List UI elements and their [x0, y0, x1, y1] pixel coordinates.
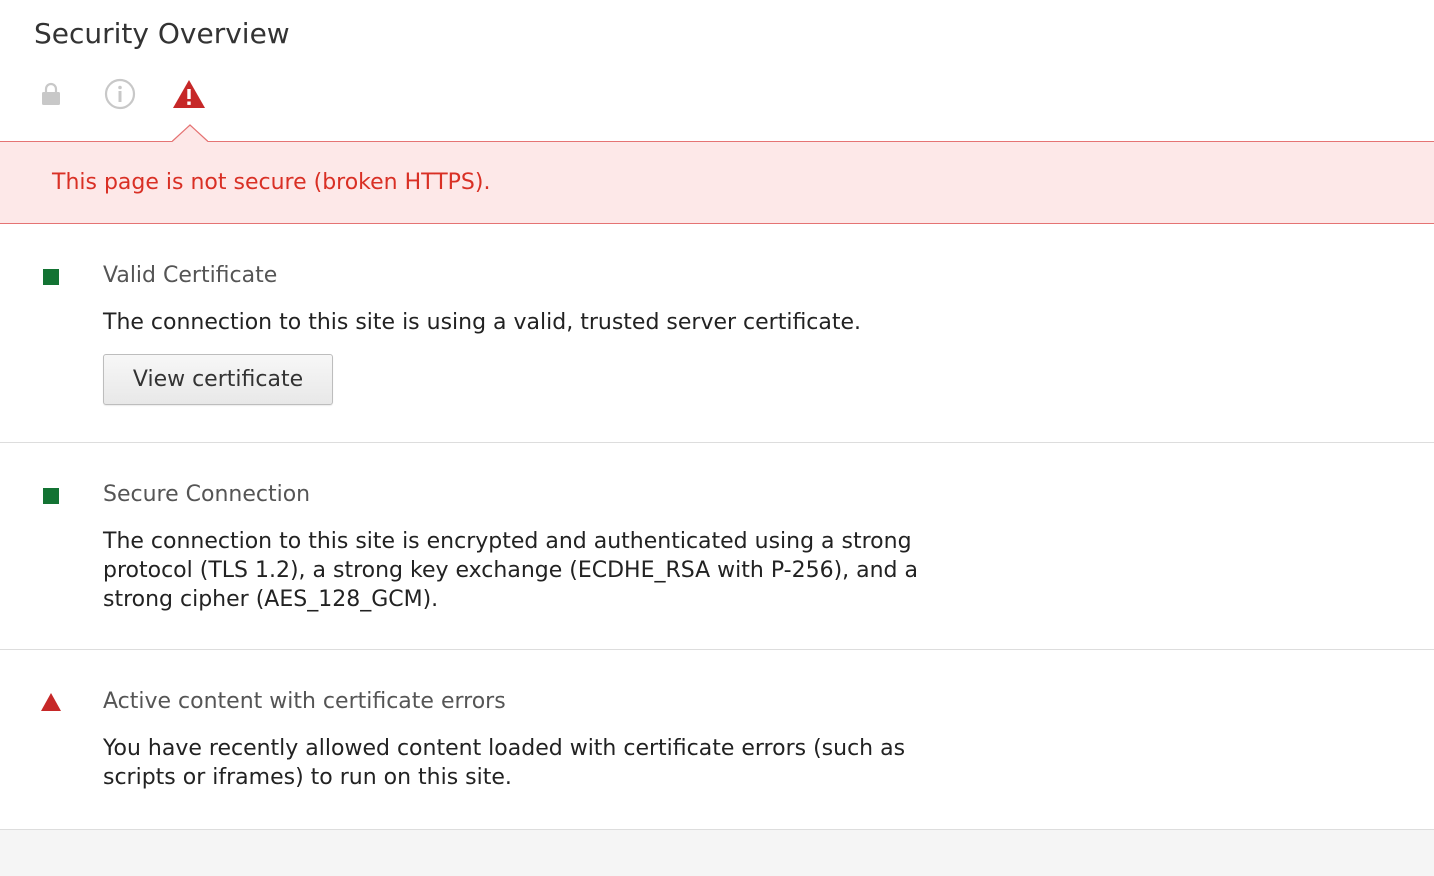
banner-pointer [172, 124, 208, 142]
security-state-text: This page is not secure (broken HTTPS). [52, 170, 491, 195]
section-title: Valid Certificate [103, 263, 278, 288]
panel-footer [0, 830, 1434, 876]
info-icon [102, 74, 138, 114]
section-description: You have recently allowed content loaded… [103, 736, 906, 790]
security-panel: Security Overview This page is not secur… [0, 0, 1434, 876]
security-summary-icons [0, 74, 300, 114]
section-title: Secure Connection [103, 482, 311, 507]
security-header: Security Overview [0, 0, 1434, 141]
section-description: The connection to this site is encrypted… [103, 529, 918, 612]
secure-status-icon [43, 269, 59, 285]
warning-icon [170, 74, 208, 114]
section-title: Active content with certificate errors [103, 689, 506, 714]
view-certificate-button[interactable]: View certificate [103, 354, 333, 405]
warning-status-icon [41, 693, 61, 711]
page-title: Security Overview [34, 17, 290, 50]
section-secure-connection: Secure Connection The connection to this… [0, 443, 1434, 650]
section-description: The connection to this site is using a v… [103, 310, 862, 335]
security-state-banner: This page is not secure (broken HTTPS). [0, 141, 1434, 224]
section-valid-certificate: Valid Certificate The connection to this… [0, 224, 1434, 443]
lock-icon [38, 74, 64, 114]
section-active-content-errors: Active content with certificate errors Y… [0, 650, 1434, 830]
secure-status-icon [43, 488, 59, 504]
